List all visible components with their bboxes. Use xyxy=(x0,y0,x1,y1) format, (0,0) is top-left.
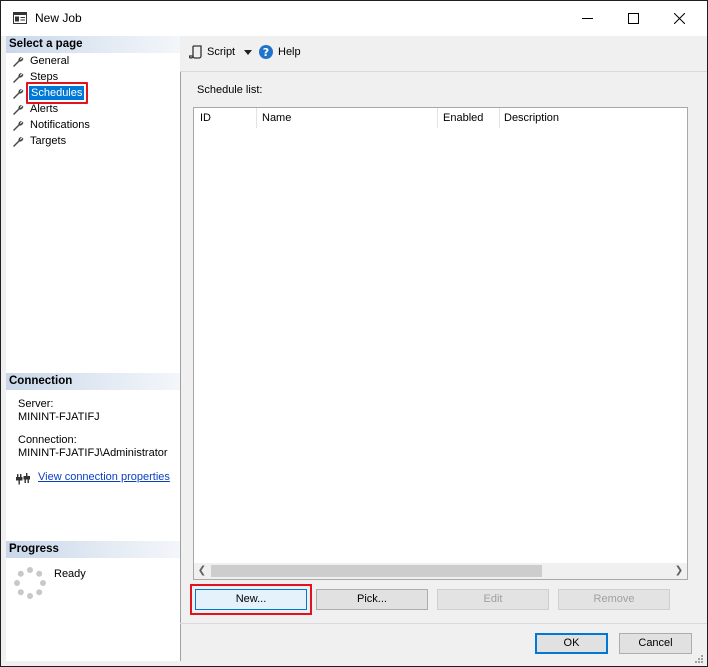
progress-status: Ready xyxy=(54,568,86,580)
wrench-icon xyxy=(13,104,24,115)
nav-label: Notifications xyxy=(30,119,90,131)
connection-label: Connection: xyxy=(18,434,77,446)
title-bar: New Job xyxy=(1,1,707,36)
minimize-icon xyxy=(582,18,593,19)
edit-schedule-button[interactable]: Edit xyxy=(437,589,549,610)
highlight-box-schedules xyxy=(26,82,88,104)
scroll-left-icon[interactable]: ❮ xyxy=(194,566,210,576)
maximize-button[interactable] xyxy=(611,1,657,36)
progress-spinner-icon xyxy=(14,567,46,599)
chevron-down-icon xyxy=(244,50,252,55)
svg-text:?: ? xyxy=(263,46,269,59)
resize-grip-icon[interactable] xyxy=(693,653,703,663)
progress-header: Progress xyxy=(6,541,180,558)
scroll-right-icon[interactable]: ❯ xyxy=(671,566,687,576)
toolbar-divider xyxy=(180,71,707,72)
horizontal-scrollbar[interactable]: ❮ ❯ xyxy=(194,563,687,579)
column-header-id[interactable]: ID xyxy=(194,108,256,128)
script-dropdown-button[interactable] xyxy=(242,44,256,62)
window-title: New Job xyxy=(35,11,82,25)
help-label: Help xyxy=(278,46,301,58)
help-icon: ? xyxy=(259,45,273,59)
app-window-icon xyxy=(13,12,27,24)
server-value: MININT-FJATIFJ xyxy=(18,411,100,423)
cancel-button[interactable]: Cancel xyxy=(619,633,692,654)
close-icon xyxy=(674,13,685,24)
toolbar: Script ? Help xyxy=(180,36,707,71)
connection-value: MININT-FJATIFJ\Administrator xyxy=(18,447,168,459)
wrench-icon xyxy=(13,120,24,131)
footer-divider xyxy=(180,623,707,624)
column-header-name[interactable]: Name xyxy=(256,108,437,128)
maximize-icon xyxy=(628,13,639,24)
view-connection-properties-link[interactable]: View connection properties xyxy=(38,471,170,483)
server-label: Server: xyxy=(18,398,54,410)
scrollbar-thumb[interactable] xyxy=(211,565,542,577)
remove-schedule-button[interactable]: Remove xyxy=(558,589,670,610)
nav-label: Alerts xyxy=(30,103,59,115)
connection-header: Connection xyxy=(6,373,180,390)
nav-label: General xyxy=(30,55,70,67)
script-button[interactable]: Script xyxy=(189,44,247,62)
column-header-description[interactable]: Description xyxy=(498,108,687,128)
help-button[interactable]: ? Help xyxy=(259,44,303,62)
script-label: Script xyxy=(207,46,236,58)
left-panel: Select a page General Steps Schedules Al… xyxy=(6,36,181,661)
plug-icon xyxy=(16,473,30,485)
wrench-icon xyxy=(13,72,24,83)
wrench-icon xyxy=(13,56,24,67)
nav-label: Targets xyxy=(30,135,67,147)
select-page-header: Select a page xyxy=(6,36,180,53)
schedule-list-grid[interactable]: ID Name Enabled Description ❮ ❯ xyxy=(193,107,688,580)
minimize-button[interactable] xyxy=(565,1,611,36)
close-button[interactable] xyxy=(657,1,703,36)
pick-schedule-button[interactable]: Pick... xyxy=(316,589,428,610)
script-icon xyxy=(189,45,202,59)
grid-header: ID Name Enabled Description xyxy=(194,108,687,128)
column-header-enabled[interactable]: Enabled xyxy=(437,108,499,128)
highlight-box-new xyxy=(190,584,312,615)
wrench-icon xyxy=(13,136,24,147)
schedule-list-label: Schedule list: xyxy=(197,84,263,96)
wrench-icon xyxy=(13,88,24,99)
ok-button[interactable]: OK xyxy=(535,633,608,654)
new-job-window: New Job Select a page General Steps Sche… xyxy=(0,0,708,667)
